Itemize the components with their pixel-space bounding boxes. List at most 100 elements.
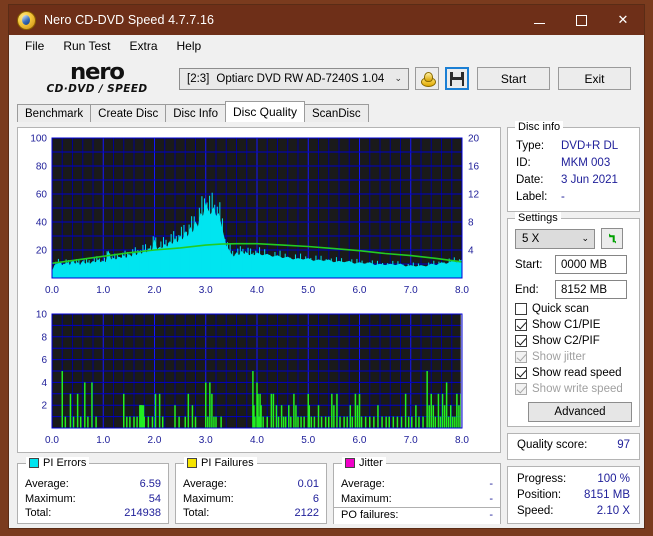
row-value: - bbox=[489, 509, 493, 521]
row-key: Average: bbox=[183, 478, 227, 490]
checkbox-label: Show C2/PIF bbox=[532, 335, 600, 347]
svg-text:4: 4 bbox=[468, 246, 474, 257]
checkbox-show-read-speed[interactable]: Show read speed bbox=[508, 367, 639, 379]
svg-text:8.0: 8.0 bbox=[455, 435, 469, 446]
row-value: MKM 003 bbox=[561, 157, 611, 169]
logo-line2: CD·DVD ∕ SPEED bbox=[46, 82, 148, 95]
table-row: Average: 6.59 bbox=[18, 477, 168, 492]
row-value: 2.10 X bbox=[596, 505, 630, 517]
title-bar: Nero CD-DVD Speed 4.7.7.16 ✕ bbox=[9, 5, 644, 35]
tab-benchmark[interactable]: Benchmark bbox=[17, 104, 92, 122]
row-value: 6 bbox=[312, 492, 319, 505]
disc-info-title: Disc info bbox=[515, 121, 564, 133]
row-key: Average: bbox=[341, 478, 385, 490]
eject-disc-icon bbox=[420, 71, 436, 87]
jitter-color-swatch bbox=[345, 458, 355, 468]
quality-score-label: Quality score: bbox=[517, 439, 588, 451]
disc-type-row: Type: DVD+R DL bbox=[508, 138, 639, 155]
start-row: Start: 0000 MB bbox=[508, 255, 639, 274]
main-content: 20 40 60 80 100 4 8 12 16 20 0.0 1.0 2.0 3.0 4.0 5.0 6.0… bbox=[10, 121, 643, 527]
start-button[interactable]: Start bbox=[477, 67, 550, 90]
checkbox-show-write-speed: Show write speed bbox=[508, 383, 639, 395]
menu-help[interactable]: Help bbox=[169, 37, 213, 55]
menu-run-test[interactable]: Run Test bbox=[55, 37, 121, 55]
svg-text:8: 8 bbox=[468, 218, 474, 229]
svg-text:7.0: 7.0 bbox=[404, 285, 418, 296]
tab-disc-info[interactable]: Disc Info bbox=[165, 104, 226, 122]
pi-errors-rows: Average: 6.59 Maximum: 54 Total: 214938 bbox=[18, 477, 168, 521]
tab-scandisc[interactable]: ScanDisc bbox=[304, 104, 369, 122]
menu-extra[interactable]: Extra bbox=[121, 37, 168, 55]
checkbox-show-c2-pif[interactable]: Show C2/PIF bbox=[508, 335, 639, 347]
table-row: Maximum: 54 bbox=[18, 492, 168, 507]
svg-text:4: 4 bbox=[41, 378, 47, 389]
speed-select-row: 5 X ⌄ bbox=[508, 228, 639, 249]
start-label: Start: bbox=[515, 258, 543, 271]
checkbox-label: Show C1/PIE bbox=[532, 319, 601, 331]
pi-failures-rows: Average: 0.01 Maximum: 6 Total: 2122 bbox=[176, 477, 326, 521]
charts-panel: 20 40 60 80 100 4 8 12 16 20 0.0 1.0 2.0 3.0 4.0 5.0 6.0… bbox=[17, 127, 501, 453]
row-key: Maximum: bbox=[25, 492, 76, 505]
table-row: Total: 214938 bbox=[18, 506, 168, 521]
svg-text:1.0: 1.0 bbox=[96, 285, 110, 296]
refresh-icon bbox=[608, 233, 616, 244]
minimize-icon bbox=[533, 23, 545, 24]
row-value: 6.59 bbox=[139, 478, 161, 490]
row-key: Maximum: bbox=[341, 492, 392, 505]
svg-text:6: 6 bbox=[41, 355, 47, 366]
checkbox-icon bbox=[515, 303, 527, 315]
svg-text:20: 20 bbox=[468, 134, 480, 145]
svg-text:3.0: 3.0 bbox=[199, 285, 213, 296]
row-key: Maximum: bbox=[183, 492, 234, 505]
pi-failures-color-swatch bbox=[187, 458, 197, 468]
save-button[interactable] bbox=[445, 67, 469, 90]
row-key: Total: bbox=[183, 507, 210, 519]
svg-text:8: 8 bbox=[41, 332, 47, 343]
advanced-button[interactable]: Advanced bbox=[528, 402, 632, 422]
menu-bar: File Run Test Extra Help bbox=[9, 35, 644, 56]
svg-text:2.0: 2.0 bbox=[148, 285, 162, 296]
quality-score-row: Quality score: 97 bbox=[508, 434, 639, 456]
drive-name: Optiarc DVD RW AD-7240S 1.04 bbox=[216, 72, 385, 85]
row-key: Average: bbox=[25, 478, 69, 490]
tab-disc-quality[interactable]: Disc Quality bbox=[225, 101, 306, 122]
start-input[interactable]: 0000 MB bbox=[555, 255, 627, 274]
row-value: - bbox=[489, 492, 493, 505]
end-input[interactable]: 8152 MB bbox=[555, 280, 627, 299]
svg-text:16: 16 bbox=[468, 162, 480, 173]
checkbox-icon bbox=[515, 367, 527, 379]
disc-info-box: Disc info Type: DVD+R DL ID: MKM 003 Date:… bbox=[507, 121, 640, 212]
row-key: Position: bbox=[517, 489, 562, 501]
save-floppy-icon bbox=[450, 71, 464, 86]
speed-row: Speed: 2.10 X bbox=[508, 503, 639, 519]
speed-select[interactable]: 5 X ⌄ bbox=[515, 228, 595, 249]
svg-text:0.0: 0.0 bbox=[45, 435, 59, 446]
nero-app-icon bbox=[17, 10, 36, 30]
checkbox-label: Show read speed bbox=[532, 367, 622, 379]
maximize-button[interactable] bbox=[560, 5, 602, 35]
position-row: Position: 8151 MB bbox=[508, 487, 639, 503]
minimize-button[interactable] bbox=[518, 5, 560, 35]
row-key: PO failures: bbox=[341, 509, 399, 521]
exit-button[interactable]: Exit bbox=[558, 67, 631, 90]
svg-text:6.0: 6.0 bbox=[353, 435, 367, 446]
tab-create-disc[interactable]: Create Disc bbox=[90, 104, 167, 122]
close-button[interactable]: ✕ bbox=[602, 5, 644, 35]
checkbox-show-c1-pie[interactable]: Show C1/PIE bbox=[508, 319, 639, 331]
disc-id-row: ID: MKM 003 bbox=[508, 155, 639, 172]
menu-file[interactable]: File bbox=[17, 37, 55, 55]
refresh-button[interactable] bbox=[601, 228, 623, 249]
svg-text:12: 12 bbox=[468, 190, 480, 201]
row-value: 0.01 bbox=[297, 478, 319, 490]
row-value: 214938 bbox=[124, 507, 161, 519]
eject-button[interactable] bbox=[415, 67, 439, 90]
checkbox-quick-scan[interactable]: Quick scan bbox=[508, 303, 639, 315]
svg-text:40: 40 bbox=[36, 218, 48, 229]
logo-line1: nero bbox=[70, 59, 125, 85]
drive-select[interactable]: [2:3] Optiarc DVD RW AD-7240S 1.04 ⌄ bbox=[179, 67, 409, 90]
progress-row: Progress: 100 % bbox=[508, 471, 639, 487]
svg-text:7.0: 7.0 bbox=[404, 435, 418, 446]
maximize-icon bbox=[575, 14, 587, 26]
svg-text:5.0: 5.0 bbox=[301, 435, 315, 446]
table-row: Average: 0.01 bbox=[176, 477, 326, 492]
